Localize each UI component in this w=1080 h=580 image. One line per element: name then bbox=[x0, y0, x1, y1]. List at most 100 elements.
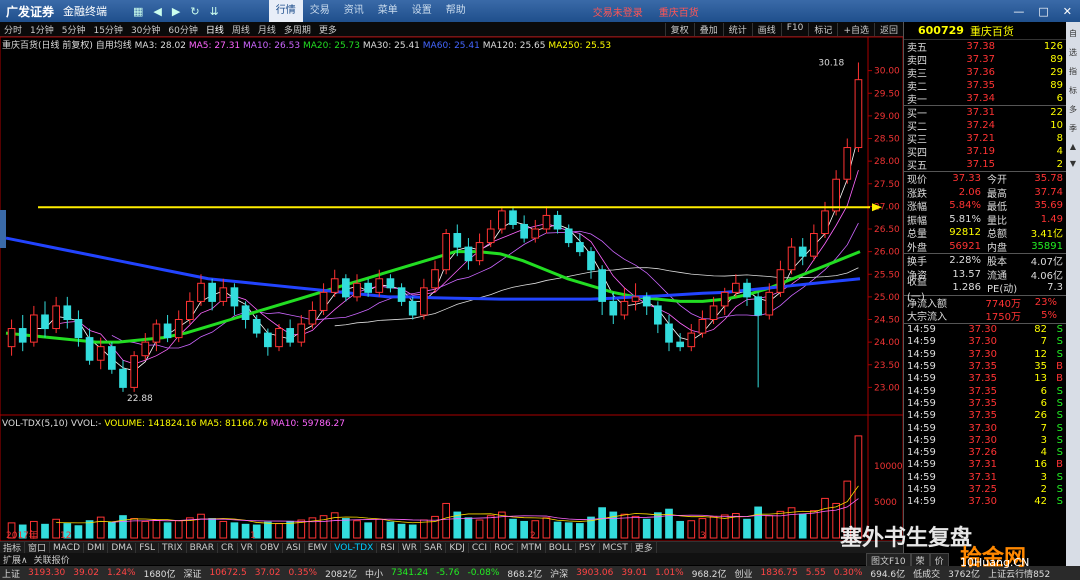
indicator-tab[interactable]: VOL-TDX bbox=[331, 542, 378, 553]
indicator-tab[interactable]: VR bbox=[238, 542, 258, 553]
candle bbox=[186, 300, 194, 320]
candle bbox=[531, 228, 540, 239]
indicator-tab[interactable]: BRAR bbox=[187, 542, 219, 553]
extension-toggle[interactable]: 扩展∧ bbox=[3, 553, 28, 566]
indicator-tab[interactable]: PSY bbox=[576, 542, 600, 553]
candle bbox=[286, 328, 294, 343]
indicator-tab[interactable]: BOLL bbox=[546, 542, 576, 553]
y-tick-label: 27.50 bbox=[874, 180, 900, 190]
volume-bar bbox=[264, 521, 272, 539]
volume-bar bbox=[687, 520, 696, 539]
tick-price: 37.30 bbox=[968, 422, 997, 434]
close-icon[interactable]: ✕ bbox=[1063, 5, 1072, 18]
candle bbox=[275, 328, 283, 348]
candle bbox=[654, 305, 662, 325]
x-axis-label: 3 bbox=[700, 531, 706, 541]
indicator-tab[interactable]: DMI bbox=[84, 542, 109, 553]
candle bbox=[821, 210, 829, 235]
side-tab[interactable]: 自 bbox=[1069, 28, 1077, 39]
quote.sell-size: 126 bbox=[1043, 41, 1063, 52]
indicator-tab[interactable]: MTM bbox=[518, 542, 546, 553]
volume-bar bbox=[598, 507, 606, 539]
stat-cell: 3.41亿 bbox=[1030, 229, 1063, 241]
indicator-tab[interactable]: ROC bbox=[491, 542, 518, 553]
vol-indicator-name[interactable]: VOL-TDX(5,10) bbox=[2, 419, 68, 429]
stat-cell: 35.78 bbox=[1034, 173, 1063, 185]
candle bbox=[174, 319, 183, 339]
indicator-tab[interactable]: ASI bbox=[283, 542, 305, 553]
candle bbox=[743, 282, 751, 298]
related-quote-tab[interactable]: 关联报价 bbox=[34, 553, 70, 566]
stat-row: 换手 2.28% 股本 4.07亿 bbox=[904, 254, 1066, 268]
indicator-tab[interactable]: CR bbox=[218, 542, 238, 553]
tick-price: 37.31 bbox=[968, 459, 997, 471]
kline-chart[interactable]: 30.0029.5029.0028.5028.0027.5027.0026.50… bbox=[0, 0, 903, 580]
volume-bar bbox=[386, 521, 395, 539]
indicator-tab[interactable]: TRIX bbox=[159, 542, 187, 553]
indicator-tab[interactable]: KDJ bbox=[446, 542, 469, 553]
flow-row: 净流入额 7740万 23% bbox=[904, 296, 1066, 310]
sz-amount: 2082亿 bbox=[325, 569, 357, 580]
stat-cell: 2.06 bbox=[958, 186, 981, 198]
side-tab[interactable]: 选 bbox=[1069, 47, 1077, 58]
candle bbox=[85, 337, 94, 361]
tick-volume: 13 bbox=[1034, 373, 1047, 385]
volume-label: VOLUME: 141824.16 bbox=[104, 419, 197, 429]
sz-label[interactable]: 深证 bbox=[184, 567, 202, 580]
tick-time: 14:59 bbox=[907, 434, 936, 446]
candle bbox=[542, 214, 551, 230]
quote.buy-price: 37.19 bbox=[966, 146, 995, 157]
ma30-label: MA30: 25.41 bbox=[362, 41, 420, 51]
indicator-name[interactable]: 自用均线 bbox=[96, 41, 132, 51]
quote-title: 600729 重庆百货 bbox=[904, 22, 1066, 40]
zx-label[interactable]: 中小 bbox=[365, 567, 383, 580]
tick-price: 37.35 bbox=[968, 373, 997, 385]
quote.buy-size: 10 bbox=[1050, 120, 1063, 131]
side-tab[interactable]: 季 bbox=[1069, 123, 1077, 134]
indicator-tab[interactable]: EMV bbox=[305, 542, 332, 553]
candle bbox=[96, 346, 105, 361]
side-tab[interactable]: ▲ bbox=[1070, 142, 1076, 151]
maximize-icon[interactable]: □ bbox=[1038, 5, 1048, 18]
indicator-tab[interactable]: WR bbox=[399, 542, 422, 553]
stock-name: 重庆百货 bbox=[969, 24, 1014, 38]
volume-bar bbox=[41, 523, 49, 539]
volume-bar bbox=[798, 513, 807, 539]
hs-label[interactable]: 沪深 bbox=[550, 567, 568, 580]
cy-change: 5.55 bbox=[805, 568, 826, 578]
stock-code: 600729 bbox=[918, 24, 964, 37]
indicator-tab[interactable]: CCI bbox=[469, 542, 492, 553]
zx-change: -5.76 bbox=[436, 568, 460, 578]
main-chart-header: 重庆百货(日线 前复权) 自用均线 MA3: 28.02 MA5: 27.31 … bbox=[2, 38, 611, 51]
indicator-tab[interactable]: RSI bbox=[377, 542, 399, 553]
side-tab[interactable]: 指 bbox=[1069, 66, 1077, 77]
flow-pct: 23% bbox=[1034, 296, 1057, 308]
zx-pct: -0.08% bbox=[467, 568, 500, 578]
quote.buy-size: 2 bbox=[1056, 159, 1063, 170]
minimize-icon[interactable]: — bbox=[1013, 5, 1024, 18]
vvol-label: VVOL:- bbox=[70, 419, 102, 429]
tick-price: 37.35 bbox=[968, 361, 997, 373]
candle bbox=[397, 287, 406, 302]
tick-price: 37.30 bbox=[968, 434, 997, 446]
ma3-label: MA3: 28.02 bbox=[134, 41, 186, 51]
indicator-tab[interactable]: OBV bbox=[257, 542, 284, 553]
volume-bar bbox=[464, 517, 473, 539]
sh-label[interactable]: 上证 bbox=[2, 567, 20, 580]
indicator-tab[interactable]: MCST bbox=[600, 542, 632, 553]
flow-pct: 5% bbox=[1041, 310, 1057, 322]
indicator-tab[interactable]: MACD bbox=[50, 542, 85, 553]
volume-bar bbox=[241, 523, 250, 539]
side-tab[interactable]: 标 bbox=[1069, 85, 1077, 96]
volume-bar bbox=[486, 515, 495, 539]
candle bbox=[119, 368, 127, 388]
indicator-tab[interactable]: FSL bbox=[136, 542, 159, 553]
side-tab[interactable]: ▼ bbox=[1070, 159, 1076, 168]
indicator-tab[interactable]: SAR bbox=[421, 542, 447, 553]
ma60-label: MA60: 25.41 bbox=[422, 41, 480, 51]
quote.buy-price: 37.31 bbox=[966, 107, 995, 118]
volume-bar bbox=[208, 518, 216, 539]
cy-label[interactable]: 创业 bbox=[735, 567, 753, 580]
side-tab[interactable]: 多 bbox=[1069, 104, 1077, 115]
indicator-tab[interactable]: DMA bbox=[108, 542, 137, 553]
